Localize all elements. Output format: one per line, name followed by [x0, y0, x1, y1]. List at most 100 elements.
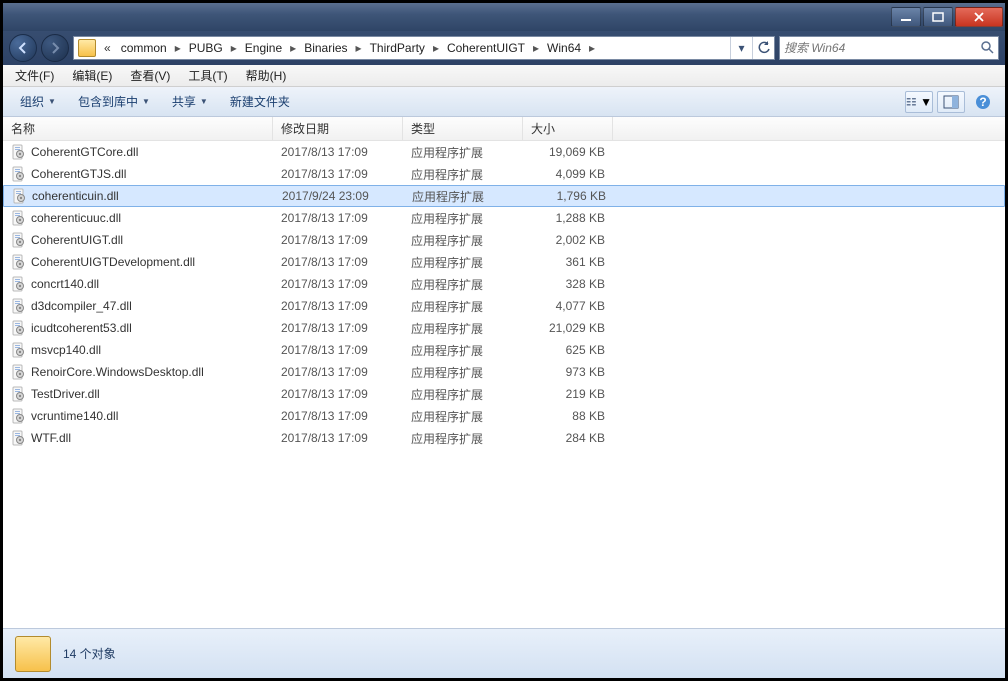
minimize-button[interactable]	[891, 7, 921, 27]
dll-file-icon	[11, 210, 27, 226]
view-options-button[interactable]: ▼	[905, 91, 933, 113]
breadcrumb-engine[interactable]: Engine▸	[239, 37, 298, 59]
explorer-window: « common▸PUBG▸Engine▸Binaries▸ThirdParty…	[2, 2, 1006, 679]
breadcrumb-binaries[interactable]: Binaries▸	[298, 37, 363, 59]
include-in-library-button[interactable]: 包含到库中▼	[69, 89, 159, 114]
preview-pane-button[interactable]	[937, 91, 965, 113]
folder-icon	[78, 39, 96, 57]
dll-file-icon	[11, 408, 27, 424]
breadcrumb-pubg[interactable]: PUBG▸	[183, 37, 239, 59]
menu-bar: 文件(F) 编辑(E) 查看(V) 工具(T) 帮助(H)	[3, 65, 1005, 87]
back-button[interactable]	[9, 34, 37, 62]
file-date: 2017/9/24 23:09	[274, 189, 404, 203]
dll-file-icon	[11, 320, 27, 336]
forward-button[interactable]	[41, 34, 69, 62]
file-type: 应用程序扩展	[403, 342, 523, 359]
file-row[interactable]: RenoirCore.WindowsDesktop.dll2017/8/13 1…	[3, 361, 1005, 383]
file-date: 2017/8/13 17:09	[273, 409, 403, 423]
address-bar[interactable]: « common▸PUBG▸Engine▸Binaries▸ThirdParty…	[73, 36, 775, 60]
search-box[interactable]	[779, 36, 999, 60]
titlebar[interactable]	[3, 3, 1005, 31]
command-bar: 组织▼ 包含到库中▼ 共享▼ 新建文件夹 ▼ ?	[3, 87, 1005, 117]
dll-file-icon	[11, 386, 27, 402]
file-row[interactable]: icudtcoherent53.dll 2017/8/13 17:09应用程序扩展…	[3, 317, 1005, 339]
file-name: coherenticuin.dll	[32, 189, 119, 203]
file-row[interactable]: CoherentUIGT.dll2017/8/13 17:09应用程序扩展2,0…	[3, 229, 1005, 251]
file-type: 应用程序扩展	[403, 320, 523, 337]
file-size: 19,069 KB	[523, 145, 613, 159]
column-headers[interactable]: 名称 修改日期 类型 大小	[3, 117, 1005, 141]
dll-file-icon	[11, 430, 27, 446]
column-name[interactable]: 名称	[3, 117, 273, 140]
file-name: icudtcoherent53.dll	[31, 321, 132, 335]
file-date: 2017/8/13 17:09	[273, 233, 403, 247]
column-size[interactable]: 大小	[523, 117, 613, 140]
file-date: 2017/8/13 17:09	[273, 211, 403, 225]
menu-edit[interactable]: 编辑(E)	[64, 65, 120, 86]
organize-button[interactable]: 组织▼	[11, 89, 65, 114]
file-date: 2017/8/13 17:09	[273, 387, 403, 401]
file-type: 应用程序扩展	[403, 298, 523, 315]
file-type: 应用程序扩展	[403, 276, 523, 293]
file-size: 219 KB	[523, 387, 613, 401]
file-date: 2017/8/13 17:09	[273, 255, 403, 269]
file-name: WTF.dll	[31, 431, 71, 445]
file-name: RenoirCore.WindowsDesktop.dll	[31, 365, 204, 379]
file-list[interactable]: CoherentGTCore.dll2017/8/13 17:09应用程序扩展1…	[3, 141, 1005, 628]
search-input[interactable]	[784, 41, 980, 55]
address-dropdown-button[interactable]: ▾	[730, 37, 752, 59]
file-date: 2017/8/13 17:09	[273, 145, 403, 159]
file-name: CoherentUIGT.dll	[31, 233, 123, 247]
breadcrumb-common[interactable]: common▸	[115, 37, 183, 59]
menu-tools[interactable]: 工具(T)	[180, 65, 235, 86]
menu-file[interactable]: 文件(F)	[7, 65, 62, 86]
file-row[interactable]: vcruntime140.dll2017/8/13 17:09应用程序扩展88 …	[3, 405, 1005, 427]
search-icon	[980, 40, 994, 57]
share-button[interactable]: 共享▼	[163, 89, 217, 114]
menu-view[interactable]: 查看(V)	[122, 65, 178, 86]
dll-file-icon	[11, 298, 27, 314]
new-folder-button[interactable]: 新建文件夹	[221, 89, 299, 114]
file-name: msvcp140.dll	[31, 343, 101, 357]
file-type: 应用程序扩展	[403, 364, 523, 381]
file-name: CoherentGTCore.dll	[31, 145, 138, 159]
file-type: 应用程序扩展	[403, 408, 523, 425]
file-type: 应用程序扩展	[403, 210, 523, 227]
help-button[interactable]: ?	[969, 91, 997, 113]
file-row[interactable]: coherenticuuc.dll2017/8/13 17:09应用程序扩展1,…	[3, 207, 1005, 229]
file-row[interactable]: TestDriver.dll 2017/8/13 17:09应用程序扩展219 K…	[3, 383, 1005, 405]
file-date: 2017/8/13 17:09	[273, 431, 403, 445]
file-row[interactable]: concrt140.dll2017/8/13 17:09应用程序扩展328 KB	[3, 273, 1005, 295]
breadcrumb-prefix: «	[100, 41, 115, 55]
file-size: 1,288 KB	[523, 211, 613, 225]
file-row[interactable]: coherenticuin.dll2017/9/24 23:09应用程序扩展1,…	[3, 185, 1005, 207]
file-date: 2017/8/13 17:09	[273, 321, 403, 335]
file-date: 2017/8/13 17:09	[273, 167, 403, 181]
file-type: 应用程序扩展	[403, 254, 523, 271]
maximize-button[interactable]	[923, 7, 953, 27]
file-row[interactable]: WTF.dll2017/8/13 17:09应用程序扩展284 KB	[3, 427, 1005, 449]
file-row[interactable]: msvcp140.dll2017/8/13 17:09应用程序扩展625 KB	[3, 339, 1005, 361]
file-size: 284 KB	[523, 431, 613, 445]
close-button[interactable]	[955, 7, 1003, 27]
file-row[interactable]: CoherentGTJS.dll2017/8/13 17:09应用程序扩展4,0…	[3, 163, 1005, 185]
dll-file-icon	[11, 342, 27, 358]
refresh-button[interactable]	[752, 37, 774, 59]
file-row[interactable]: CoherentUIGTDevelopment.dll2017/8/13 17:…	[3, 251, 1005, 273]
file-name: TestDriver.dll	[31, 387, 100, 401]
file-row[interactable]: d3dcompiler_47.dll2017/8/13 17:09应用程序扩展4…	[3, 295, 1005, 317]
file-type: 应用程序扩展	[403, 386, 523, 403]
file-row[interactable]: CoherentGTCore.dll2017/8/13 17:09应用程序扩展1…	[3, 141, 1005, 163]
svg-text:?: ?	[979, 95, 986, 109]
menu-help[interactable]: 帮助(H)	[238, 65, 295, 86]
dll-file-icon	[11, 364, 27, 380]
file-size: 4,077 KB	[523, 299, 613, 313]
breadcrumb-win64[interactable]: Win64▸	[541, 37, 597, 59]
breadcrumb-thirdparty[interactable]: ThirdParty▸	[364, 37, 441, 59]
item-count-label: 14 个对象	[63, 645, 116, 662]
column-date[interactable]: 修改日期	[273, 117, 403, 140]
dll-file-icon	[11, 254, 27, 270]
breadcrumb-coherentuigt[interactable]: CoherentUIGT▸	[441, 37, 541, 59]
file-size: 1,796 KB	[524, 189, 614, 203]
column-type[interactable]: 类型	[403, 117, 523, 140]
